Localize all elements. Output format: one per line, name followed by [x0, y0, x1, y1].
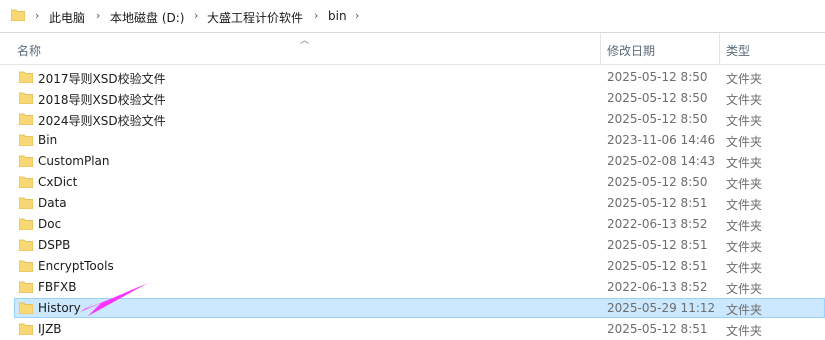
column-header-row: ︿ 名称 修改日期 类型 — [0, 33, 825, 65]
file-type: 文件夹 — [726, 135, 763, 149]
file-name[interactable]: 2024导则XSD校验文件 — [38, 112, 166, 129]
folder-icon — [19, 323, 33, 335]
column-header-modified[interactable]: 修改日期 — [607, 42, 655, 59]
file-modified-date: 2025-05-12 8:50 — [607, 91, 708, 105]
breadcrumb-dasheng[interactable]: 大盛工程计价软件 — [207, 9, 303, 26]
folder-icon — [19, 239, 33, 251]
file-name[interactable]: 2017导则XSD校验文件 — [38, 70, 166, 87]
file-row[interactable]: FBFXB 2022-06-13 8:52 文件夹 — [0, 277, 825, 298]
file-modified-date: 2025-05-12 8:51 — [607, 196, 708, 210]
file-row[interactable]: Bin 2023-11-06 14:46 文件夹 — [0, 130, 825, 151]
file-type: 文件夹 — [726, 324, 763, 338]
column-divider[interactable] — [719, 33, 720, 64]
file-name[interactable]: CxDict — [38, 175, 77, 189]
file-modified-date: 2025-05-29 11:12 — [607, 301, 716, 315]
file-name[interactable]: EncryptTools — [38, 259, 114, 273]
file-type: 文件夹 — [726, 93, 763, 107]
column-divider[interactable] — [600, 33, 601, 64]
file-modified-date: 2025-05-12 8:50 — [607, 175, 708, 189]
chevron-right-icon[interactable]: › — [314, 9, 318, 22]
file-type: 文件夹 — [726, 219, 763, 233]
file-name[interactable]: Data — [38, 196, 67, 210]
file-row[interactable]: CustomPlan 2025-02-08 14:43 文件夹 — [0, 151, 825, 172]
folder-icon — [19, 197, 33, 209]
column-header-name[interactable]: 名称 — [17, 42, 41, 59]
file-modified-date: 2025-05-12 8:51 — [607, 259, 708, 273]
sort-ascending-icon: ︿ — [300, 36, 310, 46]
file-modified-date: 2025-05-12 8:51 — [607, 238, 708, 252]
file-modified-date: 2023-11-06 14:46 — [607, 133, 716, 147]
breadcrumb-bin[interactable]: bin — [328, 9, 347, 23]
folder-icon — [19, 113, 33, 125]
file-name[interactable]: FBFXB — [38, 280, 77, 294]
file-type: 文件夹 — [726, 282, 763, 296]
chevron-right-icon[interactable]: › — [194, 9, 198, 22]
file-row[interactable]: 2018导则XSD校验文件 2025-05-12 8:50 文件夹 — [0, 88, 825, 109]
file-row[interactable]: Doc 2022-06-13 8:52 文件夹 — [0, 214, 825, 235]
file-name[interactable]: CustomPlan — [38, 154, 110, 168]
file-row[interactable]: CxDict 2025-05-12 8:50 文件夹 — [0, 172, 825, 193]
file-type: 文件夹 — [726, 177, 763, 191]
folder-icon — [19, 218, 33, 230]
file-name[interactable]: 2018导则XSD校验文件 — [38, 91, 166, 108]
file-type: 文件夹 — [726, 72, 763, 86]
file-row[interactable]: DSPB 2025-05-12 8:51 文件夹 — [0, 235, 825, 256]
breadcrumb-local-disk[interactable]: 本地磁盘 (D:) — [110, 9, 184, 26]
file-modified-date: 2022-06-13 8:52 — [607, 280, 708, 294]
folder-icon — [19, 176, 33, 188]
chevron-right-icon[interactable]: › — [35, 9, 39, 22]
file-row[interactable]: Data 2025-05-12 8:51 文件夹 — [0, 193, 825, 214]
folder-icon — [19, 281, 33, 293]
file-row[interactable]: EncryptTools 2025-05-12 8:51 文件夹 — [0, 256, 825, 277]
file-modified-date: 2022-06-13 8:52 — [607, 217, 708, 231]
file-type: 文件夹 — [726, 303, 763, 317]
file-name[interactable]: DSPB — [38, 238, 70, 252]
column-header-type[interactable]: 类型 — [726, 42, 750, 59]
address-bar[interactable]: › 此电脑 › 本地磁盘 (D:) › 大盛工程计价软件 › bin › — [0, 0, 825, 33]
folder-icon — [19, 155, 33, 167]
chevron-right-icon[interactable]: › — [355, 9, 359, 22]
folder-icon — [19, 302, 33, 314]
chevron-right-icon[interactable]: › — [96, 9, 100, 22]
folder-icon — [11, 9, 25, 21]
file-row[interactable]: IJZB 2025-05-12 8:51 文件夹 — [0, 319, 825, 340]
file-modified-date: 2025-02-08 14:43 — [607, 154, 716, 168]
folder-icon — [19, 92, 33, 104]
file-modified-date: 2025-05-12 8:50 — [607, 70, 708, 84]
folder-icon — [19, 71, 33, 83]
file-row[interactable]: History 2025-05-29 11:12 文件夹 — [0, 298, 825, 319]
file-modified-date: 2025-05-12 8:51 — [607, 322, 708, 336]
folder-icon — [19, 260, 33, 272]
file-type: 文件夹 — [726, 261, 763, 275]
file-name[interactable]: Bin — [38, 133, 57, 147]
folder-icon — [19, 134, 33, 146]
file-type: 文件夹 — [726, 240, 763, 254]
file-name[interactable]: Doc — [38, 217, 61, 231]
file-type: 文件夹 — [726, 198, 763, 212]
file-type: 文件夹 — [726, 114, 763, 128]
file-name[interactable]: History — [38, 301, 81, 315]
breadcrumb-this-pc[interactable]: 此电脑 — [49, 9, 85, 26]
file-modified-date: 2025-05-12 8:50 — [607, 112, 708, 126]
file-type: 文件夹 — [726, 156, 763, 170]
file-name[interactable]: IJZB — [38, 322, 62, 336]
file-row[interactable]: 2017导则XSD校验文件 2025-05-12 8:50 文件夹 — [0, 67, 825, 88]
file-row[interactable]: 2024导则XSD校验文件 2025-05-12 8:50 文件夹 — [0, 109, 825, 130]
